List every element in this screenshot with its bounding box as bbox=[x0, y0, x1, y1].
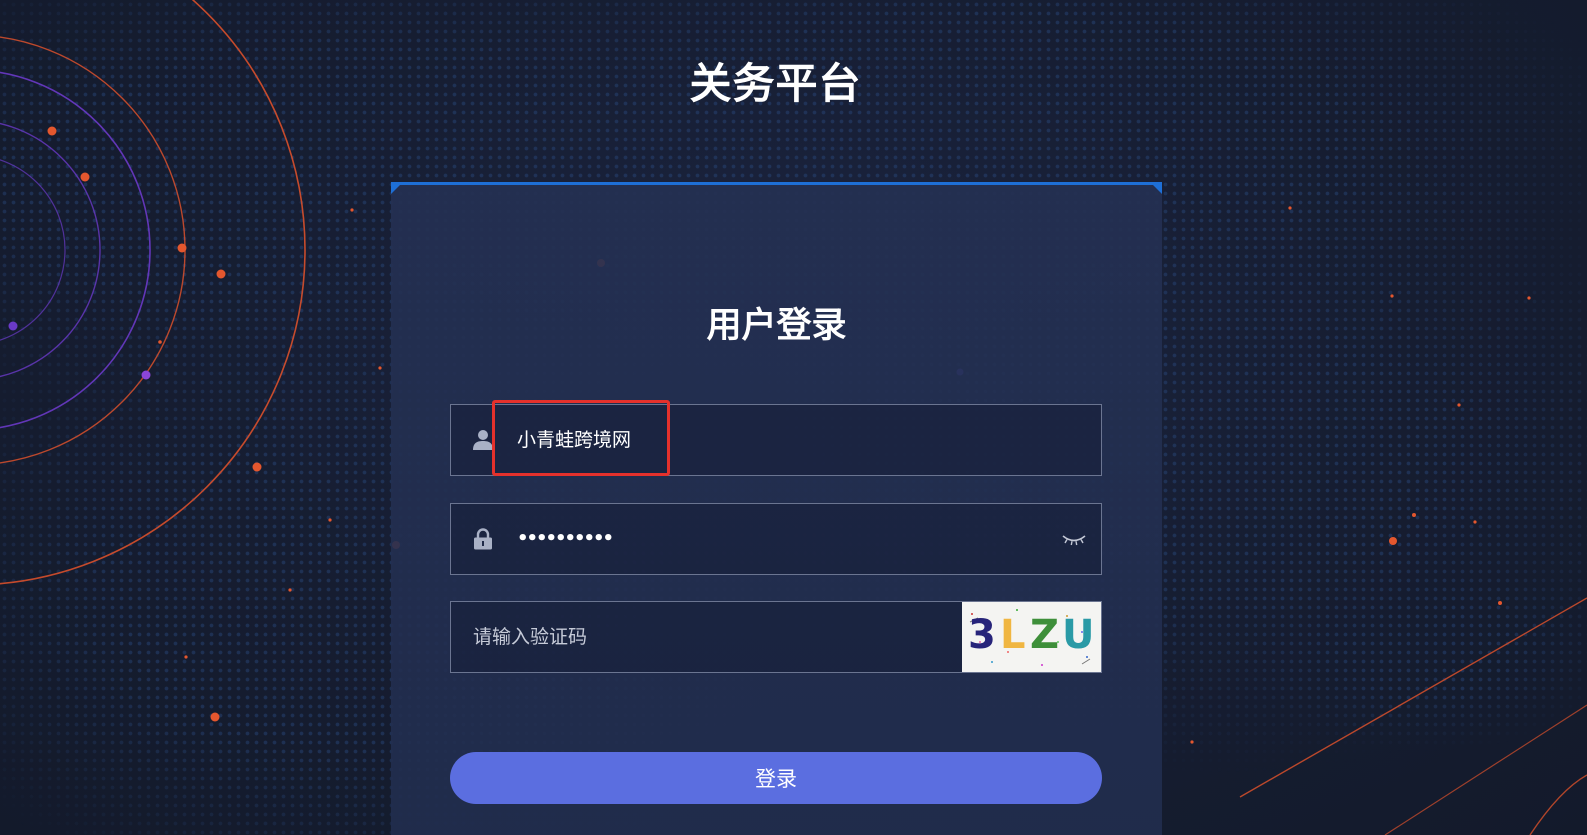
lock-icon bbox=[474, 528, 492, 550]
captcha-input[interactable] bbox=[451, 602, 961, 672]
panel-corner-left bbox=[391, 182, 403, 194]
password-field[interactable]: •••••••••• bbox=[450, 503, 1102, 575]
captcha-char: Z bbox=[1030, 612, 1060, 658]
user-icon bbox=[473, 430, 493, 450]
captcha-field: 3 L Z U bbox=[450, 601, 1102, 673]
highlight-box bbox=[492, 400, 670, 476]
platform-title: 关务平台 bbox=[689, 59, 862, 108]
captcha-char: L bbox=[1000, 612, 1026, 658]
captcha-char: U bbox=[1062, 612, 1095, 658]
eye-closed-icon[interactable] bbox=[1061, 528, 1087, 548]
login-button[interactable]: 登录 bbox=[450, 752, 1102, 804]
captcha-char: 3 bbox=[968, 612, 996, 658]
login-page: 关务平台 用户登录 小青蛙跨境网 •••••••••• 请输入验证码 3 L Z… bbox=[0, 0, 1587, 835]
panel-corner-right bbox=[1150, 182, 1162, 194]
login-heading: 用户登录 bbox=[706, 306, 847, 346]
login-panel: 用户登录 小青蛙跨境网 •••••••••• 请输入验证码 3 L Z U 登录 bbox=[391, 182, 1162, 835]
password-value[interactable]: •••••••••• bbox=[517, 504, 614, 574]
captcha-image[interactable]: 3 L Z U bbox=[962, 602, 1101, 672]
